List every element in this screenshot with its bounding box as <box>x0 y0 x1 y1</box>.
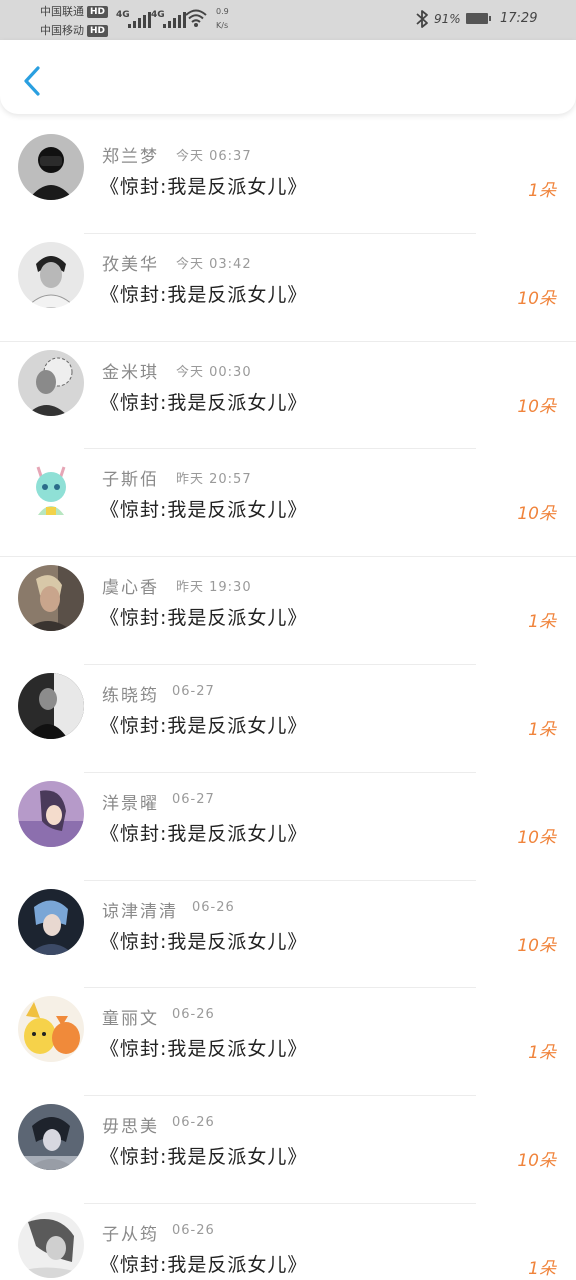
sender-name: 子斯佰 <box>102 470 159 491</box>
book-title: 《惊封:我是反派女儿》 <box>100 1146 308 1169</box>
gift-count: 10朵 <box>517 504 556 525</box>
sent-time: 06-26 <box>172 1115 215 1131</box>
sender-name: 童丽文 <box>102 1009 159 1030</box>
gift-count: 1朵 <box>528 1258 556 1279</box>
book-title: 《惊封:我是反派女儿》 <box>100 283 308 306</box>
sender-name: 子从筠 <box>102 1224 159 1245</box>
sent-time: 06-27 <box>172 791 215 807</box>
sent-time: 06-27 <box>172 683 215 699</box>
hd-badge: HD <box>87 25 109 37</box>
wifi-icon <box>185 9 207 27</box>
list-item[interactable]: 子斯佰 昨天 20:57 《惊封:我是反派女儿》 10朵 <box>0 449 576 558</box>
battery-icon <box>466 13 491 24</box>
sent-time: 今天 06:37 <box>176 149 252 164</box>
book-title: 《惊封:我是反派女儿》 <box>100 607 308 630</box>
book-title: 《惊封:我是反派女儿》 <box>100 499 308 522</box>
sent-time: 06-26 <box>172 1222 215 1238</box>
list-item[interactable]: 郑兰梦 今天 06:37 《惊封:我是反派女儿》 1朵 <box>0 126 576 234</box>
sender-name: 毋思美 <box>102 1117 159 1138</box>
avatar <box>18 888 84 955</box>
gift-count: 1朵 <box>528 1043 556 1064</box>
carrier-1-label: 中国联通 <box>40 5 84 18</box>
hd-badge: HD <box>87 6 109 18</box>
sender-name: 郑兰梦 <box>102 147 159 167</box>
avatar <box>18 565 84 632</box>
sent-time: 昨天 20:57 <box>176 472 252 488</box>
book-title: 《惊封:我是反派女儿》 <box>100 391 308 414</box>
gift-count: 10朵 <box>517 396 556 417</box>
gift-count: 10朵 <box>517 827 556 848</box>
status-bar: 中国联通 HD 中国移动 HD 4G 4G 0.9 K/s 91% 17:29 <box>0 0 576 40</box>
avatar <box>18 996 84 1063</box>
avatar <box>18 780 84 847</box>
gift-count: 1朵 <box>528 181 556 201</box>
list-item[interactable]: 洋景曜 06-27 《惊封:我是反派女儿》 10朵 <box>0 773 576 881</box>
avatar <box>18 1211 84 1278</box>
sender-name: 练晓筠 <box>102 685 159 706</box>
gift-count: 10朵 <box>517 288 556 309</box>
avatar <box>18 457 84 524</box>
sent-time: 昨天 19:30 <box>176 580 252 596</box>
book-title: 《惊封:我是反派女儿》 <box>100 930 308 953</box>
avatar <box>18 672 84 739</box>
book-title: 《惊封:我是反派女儿》 <box>100 714 308 737</box>
list-item[interactable]: 谅津清清 06-26 《惊封:我是反派女儿》 10朵 <box>0 881 576 989</box>
carrier-1: 中国联通 HD <box>40 3 109 19</box>
sender-name: 虞心香 <box>102 578 159 599</box>
battery-percent: 91% <box>434 12 461 26</box>
bluetooth-icon <box>416 10 428 28</box>
top-nav-bar <box>0 40 576 114</box>
sender-name: 谅津清清 <box>102 901 178 922</box>
carrier-2: 中国移动 HD <box>40 22 109 38</box>
chevron-left-icon <box>24 66 40 96</box>
signal-icon <box>128 12 151 28</box>
signal-icon <box>163 12 186 28</box>
net-speed-value: 0.9 <box>216 7 229 16</box>
list-item[interactable]: 练晓筠 06-27 《惊封:我是反派女儿》 1朵 <box>0 665 576 773</box>
list-item[interactable]: 孜美华 今天 03:42 《惊封:我是反派女儿》 10朵 <box>0 234 576 342</box>
list-item[interactable]: 金米琪 今天 00:30 《惊封:我是反派女儿》 10朵 <box>0 342 576 450</box>
avatar <box>18 1104 84 1171</box>
sent-time: 06-26 <box>192 899 235 915</box>
book-title: 《惊封:我是反派女儿》 <box>100 1038 308 1061</box>
net-speed-unit: K/s <box>216 21 229 30</box>
gift-record-list: 郑兰梦 今天 06:37 《惊封:我是反派女儿》 1朵 孜美华 今天 03:42… <box>0 126 576 1280</box>
sent-time: 今天 03:42 <box>176 256 252 272</box>
carrier-2-label: 中国移动 <box>40 24 84 37</box>
back-button[interactable] <box>18 64 48 98</box>
book-title: 《惊封:我是反派女儿》 <box>100 822 308 845</box>
sender-name: 洋景曜 <box>102 793 159 814</box>
avatar <box>18 241 84 308</box>
sent-time: 06-26 <box>172 1007 215 1023</box>
book-title: 《惊封:我是反派女儿》 <box>100 1253 308 1276</box>
list-item[interactable]: 毋思美 06-26 《惊封:我是反派女儿》 10朵 <box>0 1096 576 1204</box>
list-item[interactable]: 童丽文 06-26 《惊封:我是反派女儿》 1朵 <box>0 988 576 1097</box>
sender-name: 金米琪 <box>102 362 159 383</box>
gift-count: 1朵 <box>528 612 556 633</box>
sender-name: 孜美华 <box>102 254 159 275</box>
status-time: 17:29 <box>500 11 538 26</box>
list-item[interactable]: 虞心香 昨天 19:30 《惊封:我是反派女儿》 1朵 <box>0 557 576 665</box>
list-item[interactable]: 子从筠 06-26 《惊封:我是反派女儿》 1朵 <box>0 1204 576 1280</box>
gift-count: 10朵 <box>517 935 556 956</box>
book-title: 《惊封:我是反派女儿》 <box>100 176 308 198</box>
gift-count: 10朵 <box>517 1151 556 1172</box>
gift-count: 1朵 <box>528 719 556 740</box>
sent-time: 今天 00:30 <box>176 364 252 380</box>
avatar <box>18 134 84 200</box>
avatar <box>18 349 84 416</box>
